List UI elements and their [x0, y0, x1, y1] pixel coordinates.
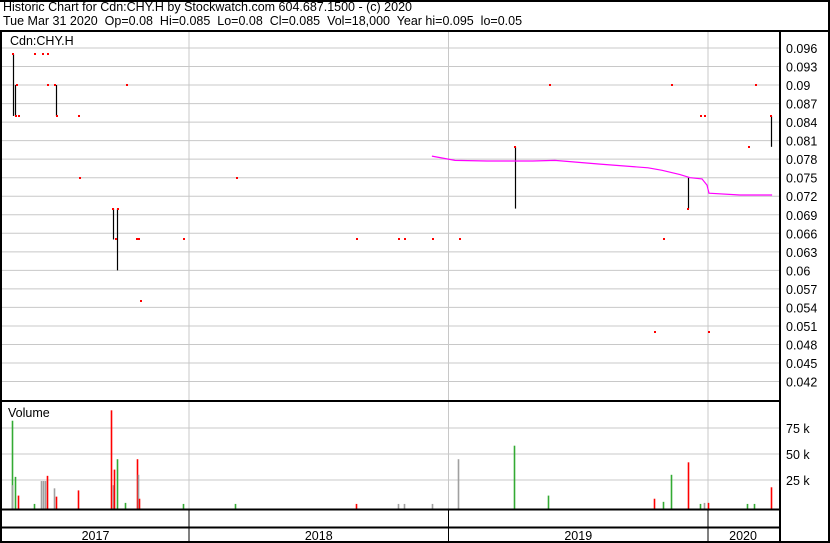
price-tick-label: 0.066 — [786, 227, 817, 241]
price-point — [47, 53, 49, 55]
price-point — [42, 53, 44, 55]
price-tick-label: 0.09 — [786, 79, 810, 93]
price-point — [138, 238, 140, 240]
price-point — [18, 115, 20, 117]
price-point — [700, 115, 702, 117]
price-tick-label: 0.057 — [786, 283, 817, 297]
price-point — [56, 115, 58, 117]
price-point — [115, 238, 117, 240]
volume-tick-label: 75 k — [786, 422, 810, 436]
price-point — [755, 84, 757, 86]
price-point — [404, 238, 406, 240]
price-point — [12, 53, 14, 55]
price-point — [671, 84, 673, 86]
price-tick-label: 0.045 — [786, 357, 817, 371]
stock-chart: 0.096 0.093 0.09 0.087 0.084 0.081 0.078 0.075 0… — [0, 0, 830, 543]
price-tick-label: 0.081 — [786, 135, 817, 149]
year-label: 2017 — [82, 529, 110, 543]
volume-tick-label: 50 k — [786, 448, 810, 462]
price-point — [748, 146, 750, 148]
price-point — [704, 115, 706, 117]
price-tick-label: 0.093 — [786, 61, 817, 75]
price-tick-label: 0.063 — [786, 246, 817, 260]
price-point — [126, 84, 128, 86]
price-point — [432, 238, 434, 240]
price-point — [549, 84, 551, 86]
price-point — [708, 331, 710, 333]
volume-panel-title: Volume — [8, 406, 50, 420]
price-point — [15, 115, 17, 117]
year-label: 2019 — [564, 529, 592, 543]
year-label: 2020 — [729, 529, 757, 543]
price-tick-label: 0.087 — [786, 98, 817, 112]
price-point — [459, 238, 461, 240]
price-point — [112, 208, 114, 210]
price-point — [34, 53, 36, 55]
volume-tick-label: 25 k — [786, 474, 810, 488]
price-tick-label: 0.042 — [786, 376, 817, 390]
price-point — [663, 238, 665, 240]
price-point — [654, 331, 656, 333]
price-point — [47, 84, 49, 86]
price-tick-label: 0.069 — [786, 209, 817, 223]
price-point — [78, 115, 80, 117]
price-tick-label: 0.075 — [786, 172, 817, 186]
price-point — [770, 115, 772, 117]
price-tick-label: 0.084 — [786, 116, 817, 130]
price-tick-label: 0.054 — [786, 301, 817, 315]
price-point — [236, 177, 238, 179]
year-label: 2018 — [305, 529, 333, 543]
price-panel-title: Cdn:CHY.H — [10, 34, 74, 48]
price-point — [79, 177, 81, 179]
price-tick-label: 0.06 — [786, 264, 810, 278]
price-point — [514, 146, 516, 148]
price-point — [140, 300, 142, 302]
price-tick-label: 0.072 — [786, 190, 817, 204]
price-point — [183, 238, 185, 240]
price-point — [687, 208, 689, 210]
price-point — [356, 238, 358, 240]
price-tick-label: 0.096 — [786, 42, 817, 56]
price-tick-label: 0.078 — [786, 153, 817, 167]
price-point — [54, 84, 56, 86]
price-point — [136, 238, 138, 240]
price-tick-label: 0.051 — [786, 320, 817, 334]
price-point — [16, 84, 18, 86]
price-point — [398, 238, 400, 240]
price-point — [117, 208, 119, 210]
plot-background — [0, 31, 830, 543]
price-tick-label: 0.048 — [786, 338, 817, 352]
